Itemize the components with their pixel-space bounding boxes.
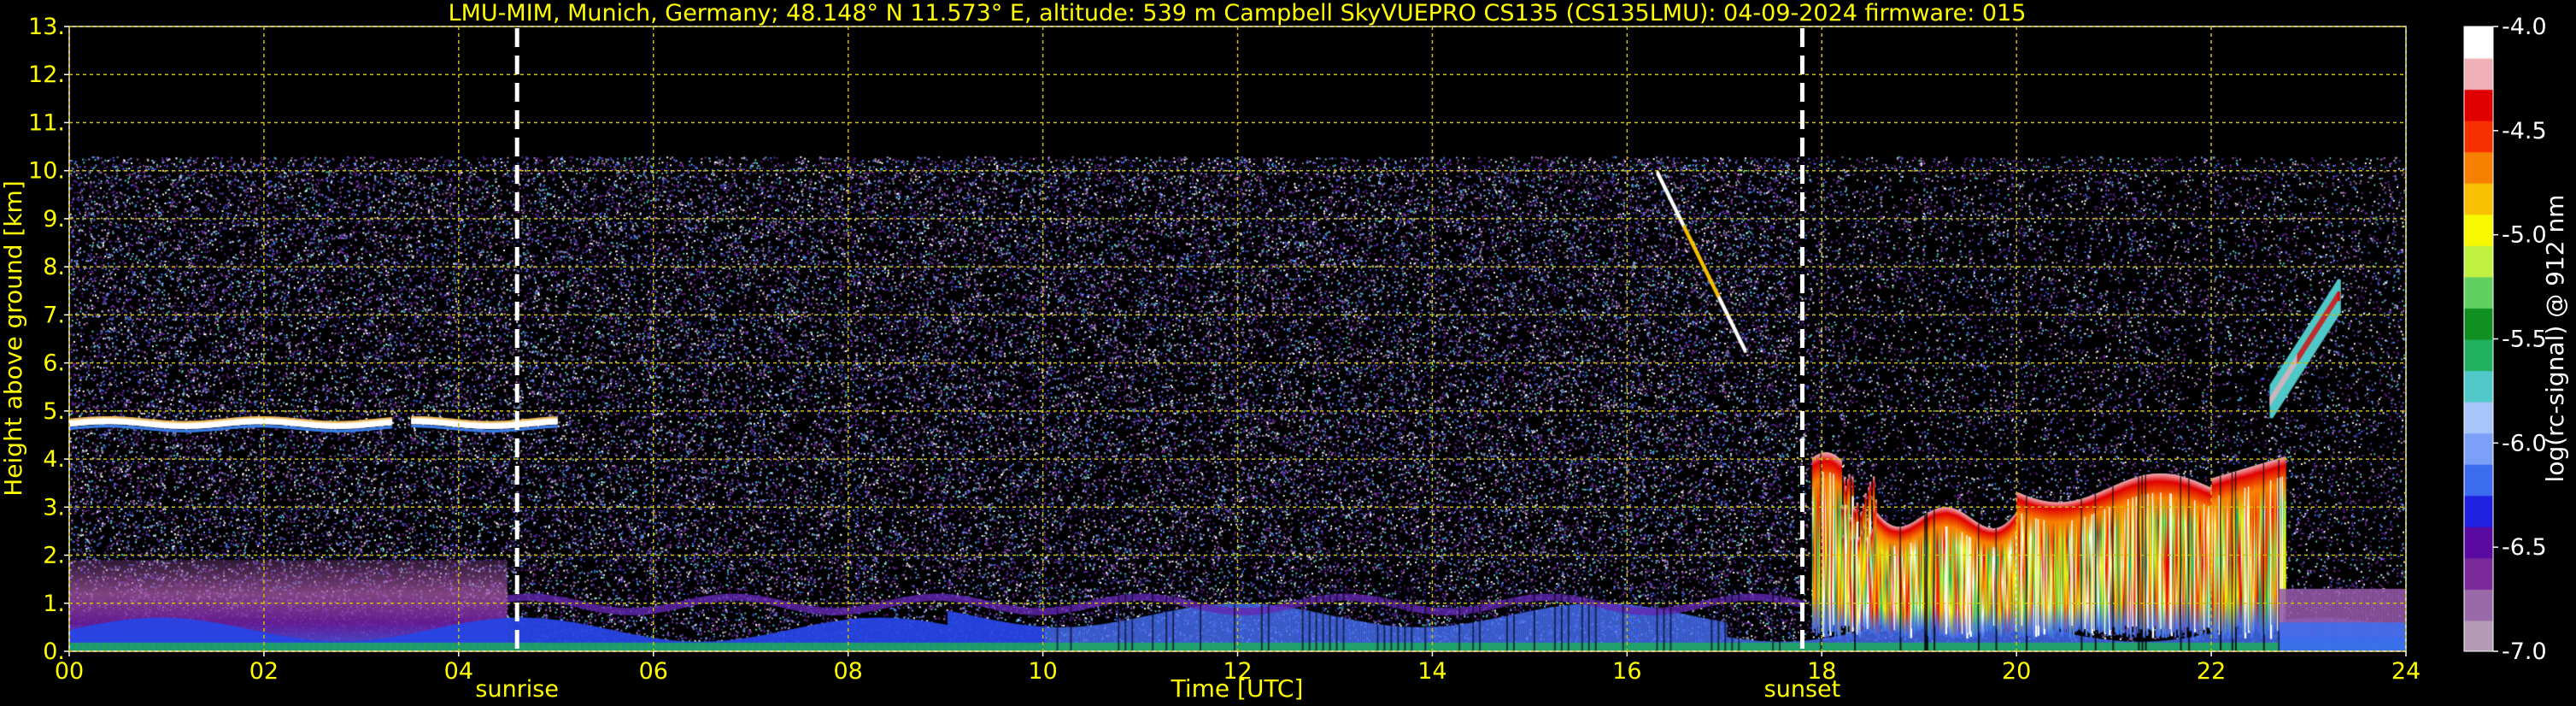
sunrise-label: sunrise [475, 676, 559, 703]
y-tick-label: 9. [43, 206, 65, 232]
axis-ticks: 00 02 04 06 08 10 12 14 16 18 20 22 240.1.2.3.4.5.6.… [28, 14, 2421, 685]
grid [68, 26, 2407, 652]
x-tick-label: 16 [1612, 658, 1641, 685]
chart-overlay: LMU-MIM, Munich, Germany; 48.148° N 11.5… [0, 0, 2569, 703]
colorbar-tick-label: -7.0 [2502, 638, 2547, 665]
y-tick-label: 13. [28, 14, 65, 40]
colorbar-tick-label: -4.0 [2502, 14, 2547, 40]
x-tick-label: 24 [2391, 658, 2421, 685]
x-tick-label: 02 [249, 658, 279, 685]
y-tick-label: 3. [43, 494, 65, 521]
colorbar-axis: -4.0 -4.5 -5.0 -5.5 -6.0 -6.5 -7.0 [2463, 14, 2547, 665]
plot-frame [68, 26, 2407, 652]
x-tick-label: 18 [1807, 658, 1836, 685]
chart-title: LMU-MIM, Munich, Germany; 48.148° N 11.5… [449, 0, 2027, 26]
ceilometer-chart: LMU-MIM, Munich, Germany; 48.148° N 11.5… [0, 0, 2576, 706]
colorbar-tick-label: -6.0 [2502, 430, 2547, 456]
x-tick-label: 22 [2197, 658, 2226, 685]
y-axis-label: Height above ground [km] [0, 180, 27, 497]
colorbar-tick-label: -6.5 [2502, 534, 2547, 561]
y-tick-label: 6. [43, 350, 65, 377]
colorbar-tick-label: -4.5 [2502, 118, 2547, 144]
x-tick-label: 12 [1223, 658, 1252, 685]
y-tick-label: 10. [28, 158, 65, 185]
y-tick-label: 7. [43, 302, 65, 328]
x-tick-label: 04 [444, 658, 473, 685]
y-tick-label: 2. [43, 543, 65, 569]
x-tick-label: 10 [1028, 658, 1057, 685]
y-tick-label: 5. [43, 398, 65, 425]
y-tick-label: 12. [28, 62, 65, 88]
y-tick-label: 0. [43, 638, 65, 665]
x-tick-label: 08 [833, 658, 862, 685]
colorbar-tick-label: -5.5 [2502, 327, 2547, 353]
colorbar-tick-label: -5.0 [2502, 222, 2547, 249]
x-tick-label: 06 [639, 658, 668, 685]
x-tick-label: 20 [2002, 658, 2031, 685]
y-tick-label: 8. [43, 254, 65, 280]
sun-markers: sunrise sunset [475, 28, 1840, 703]
y-tick-label: 1. [43, 591, 65, 617]
x-tick-label: 14 [1417, 658, 1446, 685]
y-tick-label: 11. [28, 109, 65, 136]
y-tick-label: 4. [43, 446, 65, 473]
